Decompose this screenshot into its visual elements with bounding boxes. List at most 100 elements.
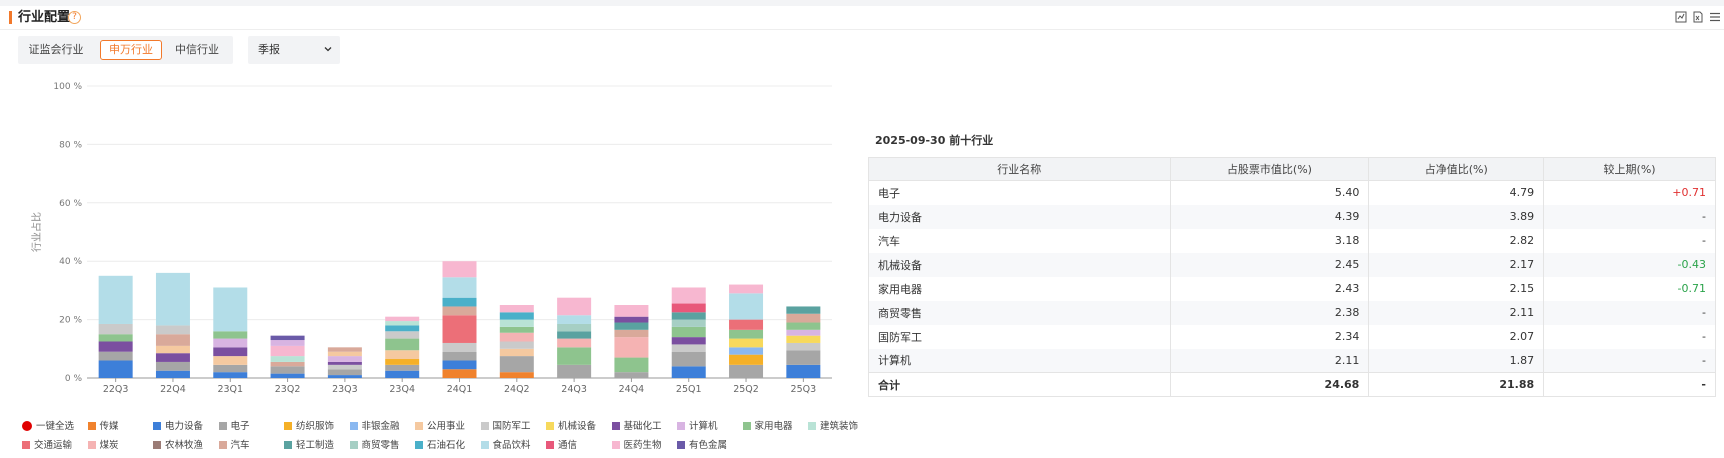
export-excel-icon[interactable] [1692,11,1704,23]
legend-item[interactable]: 电子 [218,420,250,434]
table-row[interactable]: 家用电器 2.43 2.15 -0.71 [868,276,1716,301]
nav-pct-cell: 3.89 [1368,204,1545,229]
table-row[interactable]: 汽车 3.18 2.82- [868,228,1716,253]
bar-segment [786,313,821,323]
chart-image-icon[interactable] [1675,11,1687,23]
bar-segment [270,373,305,378]
legend-item[interactable]: 计算机 [677,420,718,434]
industry-name-cell: 电力设备 [868,204,1171,229]
nav-pct-cell: 4.79 [1368,180,1545,205]
top-industries-table: 行业名称 占股票市值比(%) 占净值比(%) 较上期(%) 电子 5.40 4.79… [868,157,1716,397]
legend-swatch [22,441,30,449]
bar-segment [671,319,706,327]
legend-item[interactable]: 交通运输 [22,439,72,453]
industry-name-cell: 机械设备 [868,252,1171,277]
legend-item[interactable]: 公用事业 [415,420,465,434]
col-nav-pct[interactable]: 占净值比(%) [1368,157,1545,181]
legend-swatch [153,422,161,430]
bar-segment [385,316,420,322]
menu-icon[interactable] [1709,11,1721,23]
table-total-row: 合计 24.68 21.88- [868,372,1716,397]
stock-value-pct-cell: 2.11 [1169,348,1370,373]
legend-swatch [87,441,96,449]
bar-segment [213,356,248,365]
legend-item[interactable]: 通信 [546,439,577,453]
table-row[interactable]: 商贸零售 2.38 2.11- [868,300,1716,325]
bar-segment [729,329,764,339]
nav-pct-cell: 2.15 [1368,276,1545,301]
y-tick-label: 20 % [59,316,82,326]
legend-item[interactable]: 建筑装饰 [808,420,858,434]
change-pct-cell: -0.43 [1543,252,1716,277]
legend-select-all[interactable]: 一键全选 [22,420,74,434]
legend-item[interactable]: 轻工制造 [284,439,334,453]
bar-segment [213,331,248,339]
bar-segment [442,351,477,361]
legend-item[interactable]: 家用电器 [742,420,793,434]
legend-label: 医药生物 [623,440,662,451]
total-nav-pct-cell: 21.88 [1368,372,1545,397]
legend-swatch [677,422,685,430]
legend-item[interactable]: 石油石化 [415,439,465,453]
legend-swatch [349,422,358,430]
x-tick-label: 25Q1 [676,384,702,395]
bar-segment [385,359,420,365]
legend-label: 煤炭 [99,440,119,451]
y-tick-label: 80 % [59,140,82,150]
legend-item[interactable]: 煤炭 [87,439,119,453]
legend-item[interactable]: 传媒 [87,420,119,434]
bar-segment [155,345,190,354]
bar-segment [442,261,477,278]
bar-segment [557,364,592,378]
bar-segment [614,357,649,373]
legend-item[interactable]: 电力设备 [153,420,203,434]
table-row[interactable]: 电力设备 4.39 3.89- [868,204,1716,229]
table-row[interactable]: 机械设备 2.45 2.17 -0.43 [868,252,1716,277]
bar-segment [729,319,764,330]
legend-item[interactable]: 食品饮料 [480,439,531,453]
legend-label: 通信 [558,440,578,451]
bar-segment [385,321,420,326]
legend-item[interactable]: 商贸零售 [349,439,400,453]
legend-item[interactable]: 纺织服饰 [284,420,334,434]
bar-segment [327,375,362,378]
bar-segment [155,353,190,362]
legend-item[interactable]: 非银金融 [349,420,400,434]
legend-item[interactable]: 医药生物 [611,439,662,453]
bar-segment [98,275,133,324]
legend-item[interactable]: 国防军工 [480,420,531,434]
table-row[interactable]: 国防军工 2.34 2.07- [868,324,1716,349]
bar-segment [729,284,764,294]
x-tick-label: 24Q2 [504,384,530,395]
legend-item[interactable]: 机械设备 [546,420,596,434]
legend-swatch [546,422,554,430]
col-stock-value-pct[interactable]: 占股票市值比(%) [1169,157,1370,181]
legend-swatch [218,422,227,430]
col-change-pct[interactable]: 较上期(%) [1543,157,1716,181]
bar-segment [442,369,477,378]
legend-label: 国防军工 [492,421,531,432]
bar-segment [499,312,534,320]
bar-segment [442,297,477,307]
legend-label: 一键全选 [36,421,75,432]
bar-segment [671,326,706,338]
bar-segment [213,287,248,332]
bar-segment [442,360,477,370]
legend-swatch [611,422,620,430]
stock-value-pct-cell: 4.39 [1169,204,1370,229]
legend-item[interactable]: 基础化工 [611,420,662,434]
table-row[interactable]: 计算机 2.11 1.87- [868,348,1716,373]
legend-item[interactable]: 汽车 [218,439,250,453]
change-pct-cell: -0.71 [1543,276,1716,301]
y-tick-label: 60 % [59,199,82,209]
legend-item[interactable]: 有色金属 [677,439,727,453]
table-row[interactable]: 电子 5.40 4.79 +0.71 [868,180,1716,205]
stock-value-pct-cell: 5.40 [1169,180,1370,205]
legend-item[interactable]: 农林牧渔 [153,439,203,453]
stock-value-pct-cell: 3.18 [1169,228,1370,253]
industry-name-cell: 家用电器 [868,276,1171,301]
x-tick-label: 22Q3 [103,384,129,395]
col-industry-name[interactable]: 行业名称 [868,157,1171,181]
industry-name-cell: 商贸零售 [868,300,1171,325]
x-tick-label: 23Q3 [332,384,358,395]
